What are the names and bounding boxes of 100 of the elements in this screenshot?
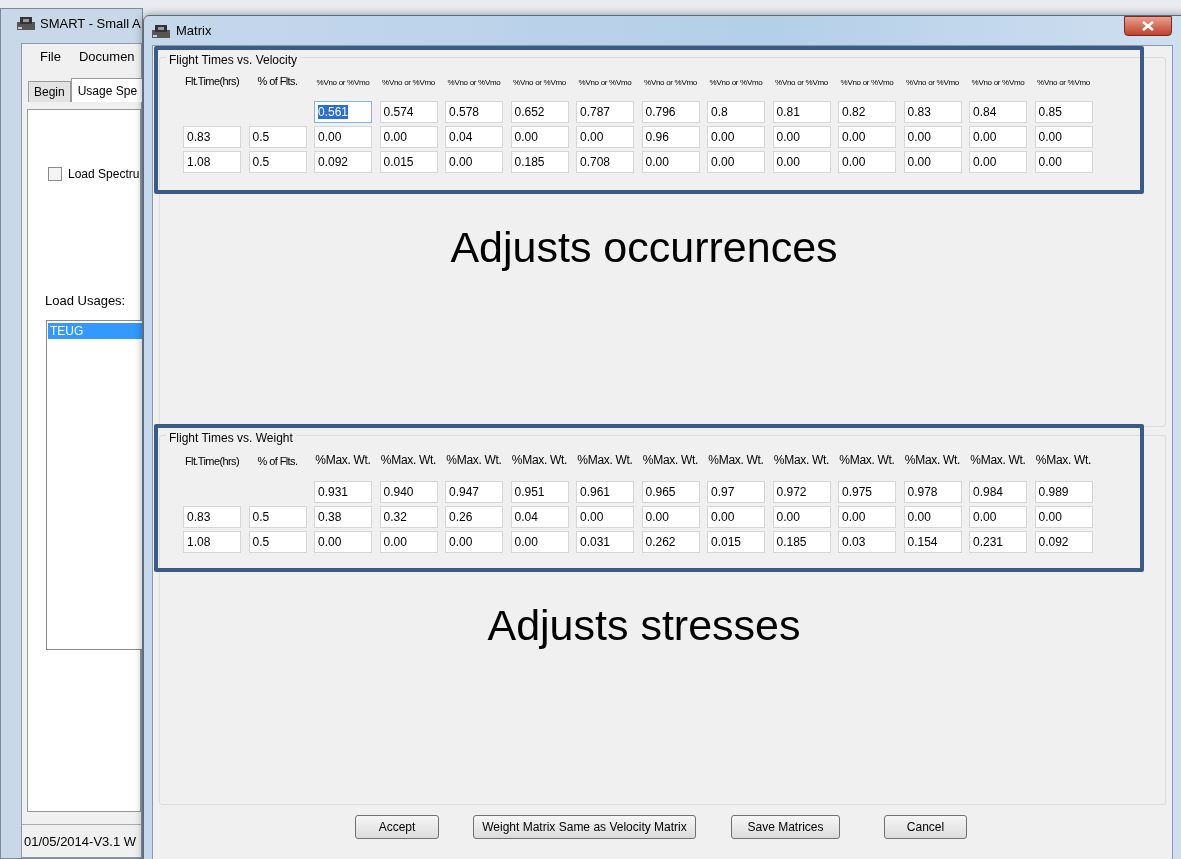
input-field[interactable]: 0.00 [903, 506, 962, 528]
input-field[interactable]: 0.00 [314, 126, 372, 148]
input-field[interactable]: 0.00 [1034, 126, 1093, 148]
app-icon [152, 23, 170, 38]
input-field[interactable]: 0.972 [772, 481, 831, 503]
input-field[interactable]: 0.185 [510, 151, 569, 173]
checkbox-label: Load Spectru [68, 167, 140, 181]
input-field[interactable]: 0.04 [510, 506, 569, 528]
input-field[interactable]: 0.00 [707, 506, 765, 528]
input-field[interactable]: 0.578 [445, 101, 503, 123]
input-field[interactable]: 0.00 [772, 506, 831, 528]
menu-item[interactable]: File [40, 49, 61, 64]
input-field[interactable]: 0.015 [379, 151, 438, 173]
input-field[interactable]: 0.00 [641, 151, 700, 173]
checkbox[interactable] [48, 167, 62, 181]
button[interactable]: Cancel [884, 815, 967, 839]
input-field[interactable]: 0.015 [707, 531, 765, 553]
input-field[interactable]: 0.574 [379, 101, 438, 123]
input-field[interactable]: 0.8 [707, 101, 765, 123]
input-field[interactable]: 0.00 [445, 531, 503, 553]
input-field[interactable]: 1.08 [183, 151, 241, 173]
input-field[interactable]: 0.00 [510, 126, 569, 148]
input-field[interactable]: 0.00 [576, 126, 634, 148]
input-field[interactable]: 0.5 [248, 151, 307, 173]
input-field[interactable]: 0.561 [314, 101, 372, 123]
input-field[interactable]: 0.81 [772, 101, 831, 123]
tab[interactable]: Usage Spe [70, 78, 142, 102]
input-field[interactable]: 0.00 [772, 151, 831, 173]
input-field[interactable]: 0.031 [576, 531, 634, 553]
input-field[interactable]: 0.961 [576, 481, 634, 503]
input-field[interactable]: 0.00 [969, 126, 1027, 148]
input-field[interactable]: 0.26 [445, 506, 503, 528]
input-field[interactable]: 0.84 [969, 101, 1027, 123]
input-field[interactable]: 0.00 [707, 126, 765, 148]
column-header: %Max. Wt. [445, 453, 503, 467]
input-field[interactable]: 0.83 [903, 101, 962, 123]
input-field[interactable]: 0.85 [1034, 101, 1093, 123]
input-field[interactable]: 0.00 [772, 126, 831, 148]
button[interactable]: Accept [355, 815, 439, 839]
input-field[interactable]: 0.83 [183, 506, 241, 528]
input-field[interactable]: 0.092 [314, 151, 372, 173]
input-field[interactable]: 0.708 [576, 151, 634, 173]
input-field[interactable]: 0.83 [183, 126, 241, 148]
input-field[interactable]: 0.989 [1034, 481, 1093, 503]
menu-item[interactable]: Documen [78, 49, 135, 64]
input-field[interactable]: 0.82 [838, 101, 896, 123]
input-field[interactable]: 0.97 [707, 481, 765, 503]
input-field[interactable]: 0.00 [641, 506, 700, 528]
column-header: Flt.Time(hrs) [184, 455, 240, 467]
button[interactable]: Save Matrices [731, 815, 840, 839]
input-field[interactable]: 0.787 [576, 101, 634, 123]
input-field[interactable]: 0.965 [641, 481, 700, 503]
input-field[interactable]: 0.96 [641, 126, 700, 148]
input-field[interactable]: 0.5 [248, 126, 307, 148]
input-field[interactable]: 0.00 [838, 506, 896, 528]
input-field[interactable]: 0.00 [838, 126, 896, 148]
input-field[interactable]: 0.00 [1034, 151, 1093, 173]
input-field[interactable]: 0.00 [510, 531, 569, 553]
input-field[interactable]: 0.04 [445, 126, 503, 148]
input-field[interactable]: 1.08 [183, 531, 241, 553]
input-field[interactable]: 0.951 [510, 481, 569, 503]
input-field[interactable]: 0.940 [379, 481, 438, 503]
input-field[interactable]: 0.984 [969, 481, 1027, 503]
input-field[interactable]: 0.231 [969, 531, 1027, 553]
column-header: %Vno or %Vmo [839, 78, 895, 87]
column-header: %Max. Wt. [379, 453, 438, 467]
input-field[interactable]: 0.32 [379, 506, 438, 528]
close-button[interactable] [1124, 16, 1172, 36]
input-field[interactable]: 0.796 [641, 101, 700, 123]
column-header: %Vno or %Vmo [708, 78, 764, 87]
input-field[interactable]: 0.5 [248, 506, 307, 528]
input-field[interactable]: 0.931 [314, 481, 372, 503]
column-header: %Max. Wt. [707, 453, 765, 467]
input-field[interactable]: 0.092 [1034, 531, 1093, 553]
input-field[interactable]: 0.185 [772, 531, 831, 553]
input-field[interactable]: 0.00 [379, 126, 438, 148]
input-field[interactable]: 0.00 [707, 151, 765, 173]
input-field[interactable]: 0.154 [903, 531, 962, 553]
input-field[interactable]: 0.00 [969, 506, 1027, 528]
input-field[interactable]: 0.978 [903, 481, 962, 503]
input-field[interactable]: 0.00 [903, 126, 962, 148]
input-field[interactable]: 0.00 [445, 151, 503, 173]
input-field[interactable]: 0.975 [838, 481, 896, 503]
input-field[interactable]: 0.947 [445, 481, 503, 503]
input-field[interactable]: 0.38 [314, 506, 372, 528]
input-field[interactable]: 0.00 [576, 506, 634, 528]
input-field[interactable]: 0.00 [379, 531, 438, 553]
input-field[interactable]: 0.03 [838, 531, 896, 553]
input-field[interactable]: 0.00 [1034, 506, 1093, 528]
input-field[interactable]: 0.5 [248, 531, 307, 553]
tab[interactable]: Begin [28, 81, 71, 102]
input-field[interactable]: 0.00 [838, 151, 896, 173]
input-field[interactable]: 0.262 [641, 531, 700, 553]
input-field[interactable]: 0.652 [510, 101, 569, 123]
input-field[interactable]: 0.00 [314, 531, 372, 553]
input-field[interactable]: 0.00 [969, 151, 1027, 173]
column-header: %Vno or %Vmo [512, 78, 567, 87]
column-header: %Max. Wt. [838, 453, 896, 467]
button[interactable]: Weight Matrix Same as Velocity Matrix [473, 815, 696, 839]
input-field[interactable]: 0.00 [903, 151, 962, 173]
